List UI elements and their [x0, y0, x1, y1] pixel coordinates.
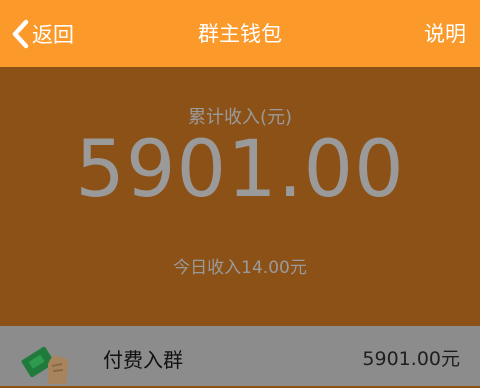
record-label: 付费入群	[103, 348, 183, 372]
page-title: 群主钱包	[198, 22, 282, 46]
list-item[interactable]: 付费入群 5901.00元	[0, 326, 480, 386]
money-in-hand-icon	[18, 344, 74, 388]
cumulative-income-value: 5901.00	[75, 125, 405, 215]
record-amount: 5901.00元	[362, 348, 460, 370]
header-bar: 返回 群主钱包 说明	[0, 0, 480, 67]
today-income-label: 今日收入14.00元	[173, 258, 307, 278]
explain-button[interactable]: 说明	[424, 18, 466, 50]
income-summary: 累计收入(元) 5901.00 今日收入14.00元	[0, 67, 480, 326]
